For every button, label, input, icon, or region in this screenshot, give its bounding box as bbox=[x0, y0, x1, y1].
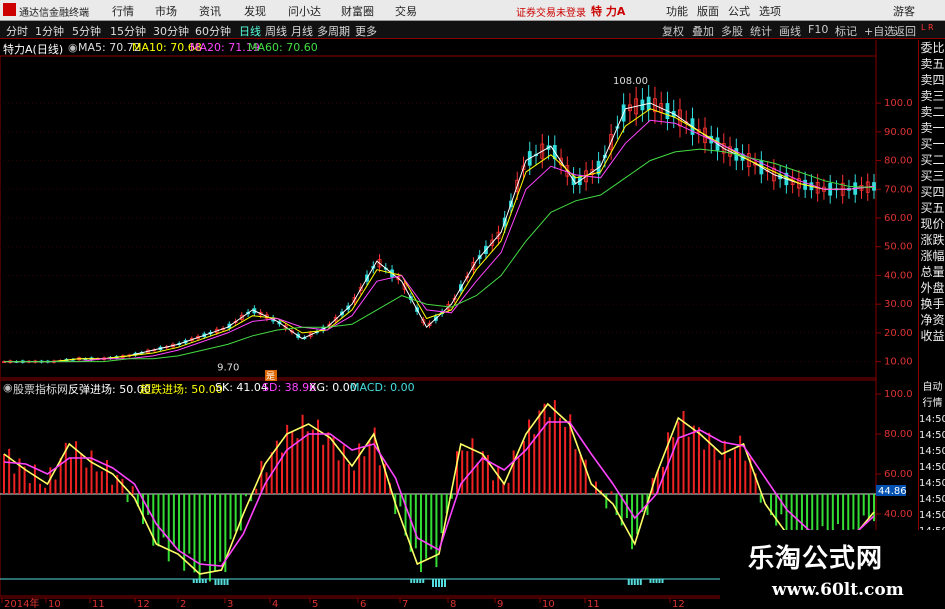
sk-value: SK: 41.04 bbox=[215, 381, 268, 394]
quote-field-label: 买三 bbox=[920, 169, 945, 183]
quote-field-label: 卖二 bbox=[920, 105, 945, 119]
chart-canvas[interactable]: 100.0 90.00 80.00 70.00 60.00 50.00 40.00 30.00… bbox=[0, 0, 945, 609]
indicator-name[interactable]: 股票指标网 bbox=[13, 381, 68, 397]
sub-y-tick-label: 100.0 bbox=[884, 389, 913, 400]
tick-time: 14:50 bbox=[919, 430, 945, 441]
ma-line-ma60 bbox=[4, 148, 875, 363]
watermark-url: www.60lt.com bbox=[772, 580, 904, 600]
quote-field-label: 卖四 bbox=[920, 73, 945, 87]
quote-field-label: 涨跌 bbox=[920, 233, 945, 247]
tick-mode-label[interactable]: 行情 bbox=[919, 396, 945, 412]
quote-field-label: 涨幅 bbox=[920, 249, 945, 263]
main-y-tick-label: 30.00 bbox=[884, 299, 913, 310]
sub-y-tick-label: 40.00 bbox=[884, 509, 913, 520]
quote-field-label: 买一 bbox=[920, 137, 945, 151]
x-tick-label: 2014年 bbox=[4, 597, 39, 609]
x-tick-label: 11 bbox=[92, 599, 105, 609]
x-tick-label: 8 bbox=[450, 599, 456, 609]
ma-line-ma5 bbox=[4, 102, 875, 363]
tick-time: 14:50 bbox=[919, 478, 945, 489]
indicator-expand-icon[interactable]: ◉ bbox=[3, 381, 13, 394]
quote-field-label: 现价 bbox=[920, 217, 945, 231]
main-y-tick-label: 40.00 bbox=[884, 270, 913, 281]
moving-average-lines bbox=[4, 102, 875, 363]
main-y-axis: 100.0 90.00 80.00 70.00 60.00 50.00 40.00 30.00… bbox=[0, 98, 913, 368]
x-tick-label: 10 bbox=[48, 599, 61, 609]
x-tick-label: 4 bbox=[272, 599, 278, 609]
x-tick-label: 6 bbox=[360, 599, 366, 609]
quote-field-label: 买四 bbox=[920, 185, 945, 199]
x-tick-label: 2 bbox=[180, 599, 186, 609]
main-y-tick-label: 10.00 bbox=[884, 357, 913, 368]
macd-value: MACD: 0.00 bbox=[350, 381, 415, 394]
sub-y-tick-label: 80.00 bbox=[884, 429, 913, 440]
tick-mode-label[interactable]: 自动 bbox=[919, 380, 945, 396]
main-y-tick-label: 100.0 bbox=[884, 98, 913, 109]
watermark-text: 乐淘公式网 bbox=[748, 544, 884, 574]
tick-time: 14:50 bbox=[919, 494, 945, 505]
main-y-tick-label: 80.00 bbox=[884, 156, 913, 167]
tick-time: 14:50 bbox=[919, 414, 945, 425]
rebound-entry-value: 反弹进场: 50.00 bbox=[68, 383, 151, 396]
main-y-tick-label: 70.00 bbox=[884, 184, 913, 195]
main-y-tick-label: 90.00 bbox=[884, 127, 913, 138]
sub-y-tick-label: 60.00 bbox=[884, 469, 913, 480]
quote-field-label: 买五 bbox=[920, 201, 945, 215]
expand-icon[interactable]: ◉ bbox=[68, 41, 78, 54]
low-price-label: 9.70 bbox=[217, 362, 239, 373]
main-y-tick-label: 60.00 bbox=[884, 213, 913, 224]
quote-field-label: 卖五 bbox=[920, 57, 945, 71]
quote-field-label: 外盘 bbox=[920, 281, 945, 295]
quote-field-label: 净资 bbox=[920, 313, 945, 327]
stock-period-label: 特力A(日线) bbox=[3, 43, 64, 56]
watermark: 乐淘公式网 www.60lt.com bbox=[720, 530, 945, 609]
main-chart-frame bbox=[0, 55, 877, 379]
tick-time: 14:50 bbox=[919, 446, 945, 457]
x-tick-label: 12 bbox=[672, 599, 685, 609]
x-tick-label: 5 bbox=[312, 599, 318, 609]
quote-field-list: 委比卖五卖四卖三卖二卖一买一买二买三买四买五现价涨跌涨幅总量外盘换手净资收益 bbox=[919, 40, 945, 344]
current-value-label: 44.86 bbox=[878, 486, 907, 497]
x-tick-label: 12 bbox=[137, 599, 150, 609]
quote-field-label: 买二 bbox=[920, 153, 945, 167]
quote-field-label: 换手 bbox=[920, 297, 945, 311]
main-y-tick-label: 50.00 bbox=[884, 242, 913, 253]
candlesticks bbox=[2, 85, 876, 364]
x-tick-label: 11 bbox=[587, 599, 600, 609]
tick-time: 14:50 bbox=[919, 510, 945, 521]
x-tick-label: 3 bbox=[227, 599, 233, 609]
high-price-label: 108.00 bbox=[613, 76, 648, 87]
ma-line-ma10 bbox=[4, 108, 875, 363]
tick-time: 14:50 bbox=[919, 462, 945, 473]
quote-field-label: 卖三 bbox=[920, 89, 945, 103]
quote-field-label: 委比 bbox=[920, 41, 945, 55]
oversold-entry-value: 超跌进场: 50.00 bbox=[140, 383, 223, 396]
x-tick-label: 10 bbox=[542, 599, 555, 609]
x-tick-label: 9 bbox=[497, 599, 503, 609]
quote-field-label: 收益 bbox=[920, 329, 945, 343]
quote-side-panel: 委比卖五卖四卖三卖二卖一买一买二买三买四买五现价涨跌涨幅总量外盘换手净资收益 自… bbox=[918, 40, 945, 609]
quote-field-label: 卖一 bbox=[920, 121, 945, 135]
ma60-value: MA60: 70.60 bbox=[248, 41, 318, 54]
main-y-tick-label: 20.00 bbox=[884, 328, 913, 339]
x-tick-label: 7 bbox=[402, 599, 408, 609]
quote-field-label: 总量 bbox=[920, 265, 945, 279]
x-axis-labels: 2014年 10 11 12 2 3 4 5 6 7 8 9 10 11 12 bbox=[1, 597, 685, 609]
